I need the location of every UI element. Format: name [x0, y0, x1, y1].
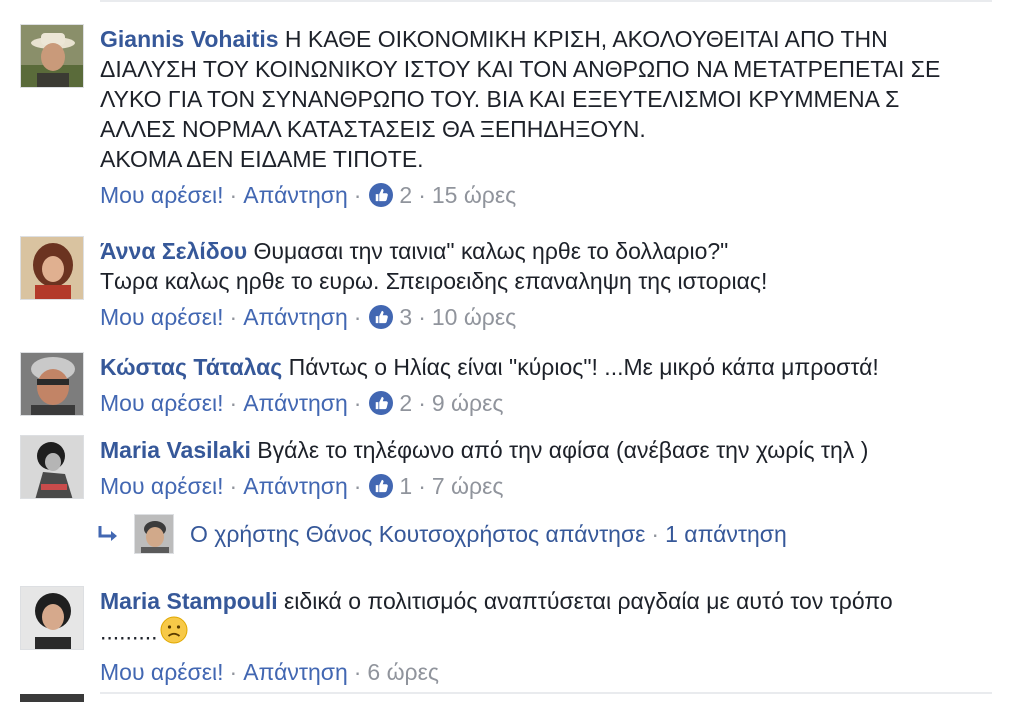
comment-text: Maria Stampouli ειδικά ο πολιτισμός αναπ… [100, 586, 1000, 651]
like-icon[interactable] [369, 474, 394, 498]
comment-author[interactable]: Maria Vasilaki [100, 437, 251, 463]
timestamp[interactable]: 10 ώρες [432, 302, 516, 332]
comment-text: Maria Vasilaki Βγάλε το τηλέφωνο από την… [100, 435, 1000, 465]
like-icon[interactable] [369, 183, 394, 207]
like-button[interactable]: Μου αρέσει! [100, 471, 224, 501]
timestamp[interactable]: 15 ώρες [432, 180, 516, 210]
reply-arrow-icon [98, 526, 117, 541]
reply-thread-link[interactable]: Ο χρήστης Θάνος Κουτσοχρήστος απάντησε ·… [96, 514, 787, 554]
comment-actions: Μου αρέσει! · Απάντηση · 1 · 7 ώρες [100, 471, 504, 501]
reply-button[interactable]: Απάντηση [243, 388, 348, 418]
sad-face-icon [160, 616, 188, 651]
avatar[interactable] [20, 352, 84, 416]
comment-text: Άννα Σελίδου Θυμασαι την ταινια" καλως η… [100, 236, 1000, 296]
avatar[interactable] [20, 236, 84, 300]
like-icon[interactable] [369, 391, 394, 415]
reply-thread-text[interactable]: Ο χρήστης Θάνος Κουτσοχρήστος απάντησε [190, 521, 645, 548]
like-button[interactable]: Μου αρέσει! [100, 388, 224, 418]
timestamp[interactable]: 6 ώρες [367, 657, 439, 687]
like-button[interactable]: Μου αρέσει! [100, 302, 224, 332]
top-divider [100, 0, 992, 6]
reply-button[interactable]: Απάντηση [243, 180, 348, 210]
avatar[interactable] [20, 24, 84, 88]
comment-author[interactable]: Άννα Σελίδου [100, 238, 247, 264]
comment-actions: Μου αρέσει! · Απάντηση · 3 · 10 ώρες [100, 302, 517, 332]
comment-actions: Μου αρέσει! · Απάντηση · 2 · 15 ώρες [100, 180, 517, 210]
comment-author[interactable]: Κώστας Τάταλας [100, 354, 282, 380]
like-count[interactable]: 1 [399, 471, 412, 501]
like-button[interactable]: Μου αρέσει! [100, 180, 224, 210]
comment-text: Giannis Vohaitis Η ΚΑΘΕ ΟΙΚΟΝΟΜΙΚΗ ΚΡΙΣΗ… [100, 24, 1000, 174]
comment-body: Πάντως ο Ηλίας είναι "κύριος"! ...Με μικ… [288, 354, 879, 380]
reply-count[interactable]: 1 απάντηση [665, 521, 787, 548]
comment-text: Κώστας Τάταλας Πάντως ο Ηλίας είναι "κύρ… [100, 352, 1000, 382]
comment-actions: Μου αρέσει! · Απάντηση · 6 ώρες [100, 657, 439, 687]
bottom-divider [100, 692, 992, 694]
like-icon[interactable] [369, 305, 394, 329]
avatar[interactable] [20, 694, 84, 702]
comment-author[interactable]: Maria Stampouli [100, 588, 278, 614]
comment-actions: Μου αρέσει! · Απάντηση · 2 · 9 ώρες [100, 388, 504, 418]
avatar[interactable] [134, 514, 174, 554]
timestamp[interactable]: 9 ώρες [432, 388, 504, 418]
reply-button[interactable]: Απάντηση [243, 471, 348, 501]
like-count[interactable]: 2 [399, 180, 412, 210]
like-button[interactable]: Μου αρέσει! [100, 657, 224, 687]
reply-button[interactable]: Απάντηση [243, 302, 348, 332]
comment-body: Βγάλε το τηλέφωνο από την αφίσα (ανέβασε… [257, 437, 869, 463]
reply-button[interactable]: Απάντηση [243, 657, 348, 687]
comment-author[interactable]: Giannis Vohaitis [100, 26, 279, 52]
avatar[interactable] [20, 435, 84, 499]
like-count[interactable]: 3 [399, 302, 412, 332]
timestamp[interactable]: 7 ώρες [432, 471, 504, 501]
like-count[interactable]: 2 [399, 388, 412, 418]
avatar[interactable] [20, 586, 84, 650]
